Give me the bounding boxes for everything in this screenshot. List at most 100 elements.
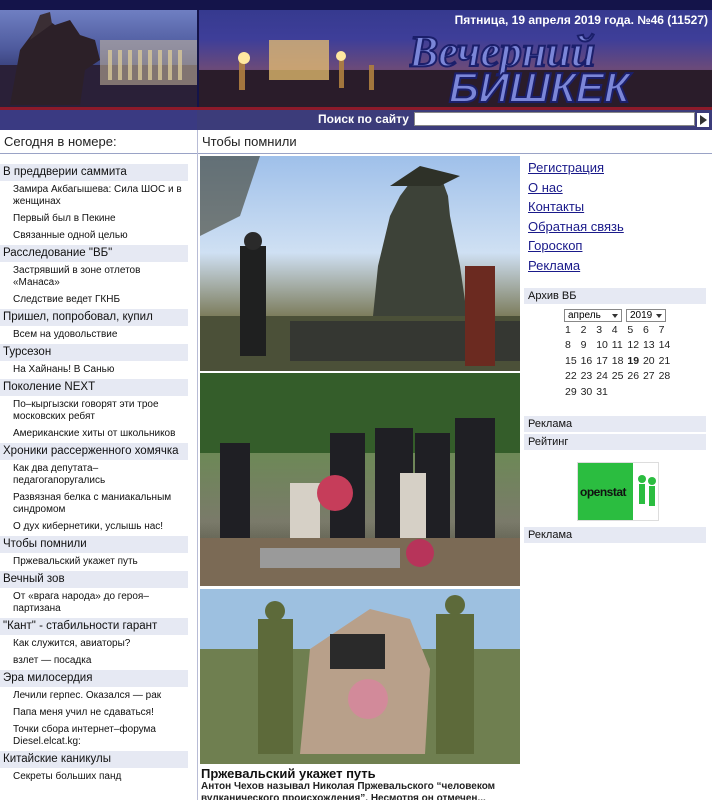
- link-contacts[interactable]: Контакты: [528, 197, 712, 217]
- archive-heading: Архив ВБ: [524, 288, 706, 304]
- photo-monument-ceremony[interactable]: [200, 156, 520, 371]
- archive-month-value: апрель: [568, 310, 601, 321]
- link-advertising[interactable]: Реклама: [528, 256, 712, 276]
- chevron-down-icon: [656, 314, 662, 318]
- column-divider: [197, 130, 198, 800]
- search-go-arrow-icon[interactable]: [697, 113, 709, 127]
- nav-article-link[interactable]: Первый был в Пекине: [0, 211, 196, 228]
- link-feedback[interactable]: Обратная связь: [528, 217, 712, 237]
- nav-section-heading[interactable]: Расследование "ВБ": [0, 245, 188, 262]
- nav-article-link[interactable]: Как два депутата–педагогапоругались: [0, 461, 196, 490]
- calendar-day[interactable]: 5: [627, 324, 643, 336]
- calendar-day[interactable]: 18: [612, 355, 628, 367]
- archive-month-select[interactable]: апрель: [564, 309, 622, 322]
- site-logo[interactable]: Вечерний БИШКЕК: [407, 26, 709, 107]
- calendar-day[interactable]: 23: [581, 370, 597, 382]
- nav-section-heading[interactable]: Пришел, попробовал, купил: [0, 309, 188, 326]
- link-registration[interactable]: Регистрация: [528, 158, 712, 178]
- header-photo-monument: [0, 10, 197, 107]
- nav-article-link[interactable]: Застрявший в зоне отлетов «Манаса»: [0, 263, 196, 292]
- calendar-day[interactable]: 2: [581, 324, 597, 336]
- nav-article-link[interactable]: От «врага народа» до героя–партизана: [0, 589, 196, 618]
- calendar-day[interactable]: 21: [659, 355, 675, 367]
- calendar-day[interactable]: 4: [612, 324, 628, 336]
- nav-article-link[interactable]: взлет — посадка: [0, 653, 196, 670]
- nav-section-heading[interactable]: Эра милосердия: [0, 670, 188, 687]
- nav-section-heading[interactable]: В преддверии саммита: [0, 164, 188, 181]
- monument-photo-art: [0, 12, 197, 107]
- photo1-art: [200, 156, 520, 371]
- nav-article-link[interactable]: Папа меня учил не сдаваться!: [0, 705, 196, 722]
- nav-article-link[interactable]: Связанные одной целью: [0, 228, 196, 245]
- nav-article-link[interactable]: Американские хиты от школьников: [0, 426, 196, 443]
- nav-section-heading[interactable]: Турсезон: [0, 344, 188, 361]
- calendar-day[interactable]: 1: [565, 324, 581, 336]
- nav-section-heading[interactable]: Поколение NEXT: [0, 379, 188, 396]
- calendar-day[interactable]: 22: [565, 370, 581, 382]
- calendar-week-row: 22 23 24 25 26 27 28: [565, 370, 674, 385]
- calendar-week-row: 1234567: [565, 324, 674, 339]
- advertising-heading-2: Реклама: [524, 527, 706, 543]
- archive-year-select[interactable]: 2019: [626, 309, 666, 322]
- nav-article-link[interactable]: Пржевальский укажет путь: [0, 554, 196, 571]
- openstat-counter[interactable]: openstat: [577, 462, 659, 521]
- nav-article-link[interactable]: Точки сбора интернет–форума Diesel.elcat…: [0, 722, 196, 751]
- article-lead: Антон Чехов называл Николая Пржевальског…: [201, 781, 496, 800]
- calendar-day[interactable]: 11: [612, 339, 628, 351]
- calendar-day[interactable]: 8: [565, 339, 581, 351]
- nav-section-heading[interactable]: Китайские каникулы: [0, 751, 188, 768]
- link-horoscope[interactable]: Гороскоп: [528, 236, 712, 256]
- calendar-day[interactable]: 31: [596, 386, 612, 398]
- search-input[interactable]: [414, 112, 695, 126]
- calendar-day[interactable]: 27: [643, 370, 659, 382]
- calendar-day[interactable]: 30: [581, 386, 597, 398]
- article-title[interactable]: Пржевальский укажет путь: [201, 766, 376, 781]
- nav-section-heading[interactable]: "Кант" - стабильности гарант: [0, 618, 188, 635]
- calendar-day[interactable]: 28: [659, 370, 675, 382]
- photo-wreath-laying[interactable]: [200, 373, 520, 586]
- calendar-day[interactable]: 20: [643, 355, 659, 367]
- calendar-day[interactable]: 25: [612, 370, 628, 382]
- calendar-day[interactable]: 9: [581, 339, 597, 351]
- calendar-day[interactable]: 3: [596, 324, 612, 336]
- calendar-day[interactable]: 19: [627, 355, 643, 367]
- calendar-day[interactable]: 16: [581, 355, 597, 367]
- archive-calendar: 1 2 3 4 5 6 7 8 9 10 11 12 13 14 15 16 17 18 19 20 21 22 23 24 2…: [565, 324, 674, 401]
- calendar-day[interactable]: 26: [627, 370, 643, 382]
- nav-article-link[interactable]: Всем на удовольствие: [0, 327, 196, 344]
- calendar-day[interactable]: 12: [627, 339, 643, 351]
- nav-article-link[interactable]: По–кыргызски говорят эти трое московских…: [0, 397, 196, 426]
- calendar-day[interactable]: 10: [596, 339, 612, 351]
- calendar-day[interactable]: 24: [596, 370, 612, 382]
- nav-article-link[interactable]: О дух кибернетики, услышь нас!: [0, 519, 196, 536]
- link-about[interactable]: О нас: [528, 178, 712, 198]
- calendar-day[interactable]: 17: [596, 355, 612, 367]
- nav-article-link[interactable]: Замира Акбагышева: Сила ШОС и в женщинах: [0, 182, 196, 211]
- photo3-art: [200, 589, 520, 764]
- openstat-people-icon: [638, 475, 656, 506]
- nav-article-link[interactable]: Следствие ведет ГКНБ: [0, 292, 196, 309]
- calendar-day[interactable]: 29: [565, 386, 581, 398]
- openstat-logo-bg: openstat: [578, 463, 633, 520]
- nav-section-heading[interactable]: Чтобы помнили: [0, 536, 188, 553]
- nav-section-heading[interactable]: Вечный зов: [0, 571, 188, 588]
- rating-heading: Рейтинг: [524, 434, 706, 450]
- issue-contents-nav: В преддверии саммита Замира Акбагышева: С…: [0, 164, 196, 786]
- nav-article-link[interactable]: Лечили герпес. Оказался — рак: [0, 688, 196, 705]
- nav-article-link[interactable]: Как служится, авиаторы?: [0, 636, 196, 653]
- top-strip: [0, 0, 712, 10]
- nav-article-link[interactable]: Развязная белка с маниакальным синдромом: [0, 490, 196, 519]
- calendar-day[interactable]: 14: [659, 339, 675, 351]
- nav-article-link[interactable]: На Хайнань! В Санью: [0, 362, 196, 379]
- calendar-day[interactable]: 13: [643, 339, 659, 351]
- calendar-day[interactable]: 7: [659, 324, 675, 336]
- nav-article-link[interactable]: Секреты больших панд: [0, 769, 196, 786]
- nav-section-heading[interactable]: Хроники рассерженного хомячка: [0, 443, 188, 460]
- calendar-day[interactable]: 15: [565, 355, 581, 367]
- photo2-art: [200, 373, 520, 586]
- calendar-week-row: 29 30 31: [565, 386, 674, 401]
- calendar-day[interactable]: 6: [643, 324, 659, 336]
- photo-guard-of-honor[interactable]: [200, 589, 520, 764]
- issue-date: Пятница, 19 апреля 2019 года. №46 (11527…: [454, 13, 708, 27]
- logo-line2: БИШКЕК: [449, 64, 633, 106]
